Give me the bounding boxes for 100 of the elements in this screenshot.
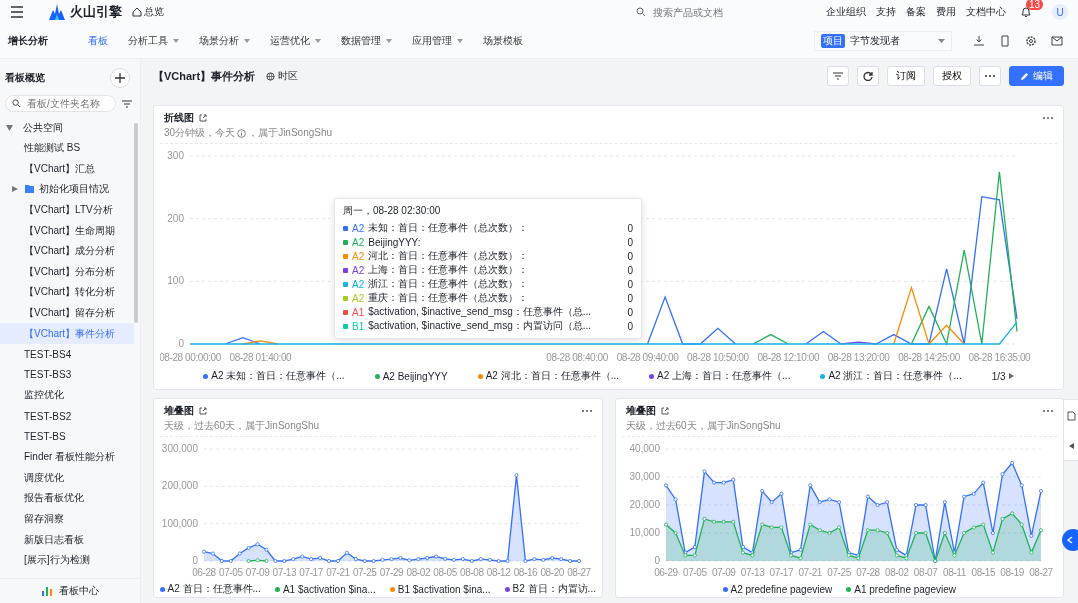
home-icon[interactable]: [132, 7, 142, 17]
filter-button[interactable]: [827, 66, 849, 86]
mail-icon[interactable]: [1051, 35, 1063, 47]
tree-item[interactable]: 性能测试 BS: [0, 138, 134, 159]
tree-item[interactable]: 【VChart】分布分析: [0, 261, 134, 283]
tree-item[interactable]: 留存洞察: [0, 508, 134, 530]
legend-label[interactable]: A2 上海：首日：任意事件（...: [657, 369, 791, 383]
legend-label[interactable]: B2 首日：内置访...: [512, 582, 596, 596]
bar-chart-icon[interactable]: [41, 586, 53, 596]
external-link-icon[interactable]: [199, 407, 207, 415]
toolbar-button[interactable]: 订阅: [887, 66, 925, 86]
legend-label[interactable]: A2 BeijingYYY: [382, 370, 448, 382]
legend-pager[interactable]: 1/3: [991, 370, 1014, 382]
axis-tick-label: 07-05: [682, 567, 707, 578]
scrollbar[interactable]: [134, 123, 138, 323]
home-link[interactable]: 总览: [132, 5, 164, 19]
search-icon[interactable]: [636, 7, 646, 17]
tree-item[interactable]: TEST-BS4: [0, 343, 134, 365]
plus-icon[interactable]: [115, 73, 125, 83]
nav-tab[interactable]: 分析工具: [128, 34, 179, 48]
filter-icon[interactable]: [122, 99, 132, 108]
nav-tab[interactable]: 应用管理: [412, 34, 463, 48]
tree-item[interactable]: 【VChart】生命周期: [0, 220, 134, 241]
tree-item[interactable]: 【VChart】汇总: [0, 158, 134, 180]
top-link[interactable]: 文档中心: [966, 5, 1006, 19]
info-icon[interactable]: [237, 128, 247, 138]
tree-item[interactable]: 初始化项目情况: [0, 179, 134, 200]
legend-label[interactable]: A2 首日：任意事件...: [167, 582, 261, 596]
external-link-icon[interactable]: [660, 407, 669, 415]
tree-item[interactable]: [展示]行为检测: [0, 549, 134, 571]
chevron-icon[interactable]: [1067, 536, 1073, 544]
timezone-label[interactable]: 时区: [266, 69, 299, 83]
nav-tab[interactable]: 看板: [88, 34, 108, 48]
tree-item[interactable]: 【VChart】转化分析: [0, 282, 134, 303]
toolbar-button[interactable]: 授权: [933, 66, 971, 86]
search-field[interactable]: 看板/文件夹名称: [25, 97, 111, 110]
caret-icon[interactable]: [12, 186, 18, 193]
search-box[interactable]: 看板/文件夹名称: [5, 95, 116, 112]
tree-item[interactable]: 【VChart】事件分析: [0, 323, 134, 344]
nav-tab[interactable]: 场景分析: [199, 34, 250, 48]
legend-label[interactable]: B1 $activation $ina...: [397, 583, 491, 595]
top-link[interactable]: 费用: [936, 5, 956, 19]
avatar[interactable]: U: [1052, 4, 1068, 20]
tooltip-series-code: B1: [352, 320, 365, 332]
top-link[interactable]: 备案: [906, 5, 926, 19]
legend-label[interactable]: A1 $activation $ina...: [282, 583, 376, 595]
tree-item[interactable]: 【VChart】成分分析: [0, 240, 134, 262]
axis-tick-label: 08-27: [1028, 567, 1053, 578]
tree-item[interactable]: TEST-BS: [0, 426, 134, 447]
legend-label[interactable]: A2 未知：首日：任意事件（...: [211, 369, 345, 383]
tree-item[interactable]: 报告看板优化: [0, 488, 134, 509]
axis-tick-label: 07-21: [797, 567, 822, 578]
settings-icon[interactable]: [1025, 35, 1037, 47]
legend-label[interactable]: A2 浙江：首日：任意事件（...: [828, 369, 962, 383]
external-link-icon[interactable]: [199, 114, 207, 122]
collapse-button[interactable]: [1062, 529, 1078, 551]
board-center-link[interactable]: 看板中心: [0, 578, 140, 603]
tree-group-label[interactable]: 公共空间: [23, 121, 63, 135]
menu-icon[interactable]: [10, 6, 24, 18]
pencil-icon[interactable]: [1020, 71, 1029, 81]
search-icon[interactable]: [12, 99, 21, 108]
play-icon[interactable]: [1008, 373, 1014, 379]
refresh-button[interactable]: [857, 66, 879, 86]
top-link[interactable]: 支持: [876, 5, 896, 19]
refresh-icon[interactable]: [863, 71, 873, 81]
nav-tab[interactable]: 场景模板: [483, 34, 523, 48]
filter-icon[interactable]: [833, 72, 843, 80]
tree-item[interactable]: 新版日志看板: [0, 529, 134, 550]
tree-item[interactable]: TEST-BS2: [0, 405, 134, 427]
tree-item[interactable]: 监控优化: [0, 385, 134, 406]
axis-tick-label: 07-25: [826, 567, 851, 578]
nav-tab[interactable]: 运营优化: [270, 34, 321, 48]
tree-item[interactable]: 调度优化: [0, 467, 134, 489]
tree-item[interactable]: 【VChart】LTV分析: [0, 199, 134, 221]
document-icon[interactable]: [999, 35, 1011, 47]
document-icon[interactable]: [1066, 411, 1076, 421]
axis-tick-label: 40,000: [628, 443, 660, 454]
search-field[interactable]: 搜索产品或文档: [651, 2, 806, 22]
axis-tick-label: 06-29: [653, 567, 678, 578]
tree-item[interactable]: Finder 看板性能分析: [0, 446, 134, 468]
nav-tab[interactable]: 数据管理: [341, 34, 392, 48]
caret-icon[interactable]: [1068, 443, 1074, 449]
top-link[interactable]: 企业组织: [826, 5, 866, 19]
edit-button[interactable]: 编辑: [1009, 66, 1064, 86]
legend-label[interactable]: A2 predefine pageview: [730, 583, 833, 595]
project-select[interactable]: 项目 字节发现者: [814, 31, 952, 51]
globe-icon[interactable]: [266, 71, 276, 81]
tree-item[interactable]: 【VChart】留存分析: [0, 302, 134, 324]
tree-item[interactable]: TEST-BS3: [0, 364, 134, 386]
axis-tick-label: 08-28 09:40:00: [616, 352, 679, 363]
download-icon[interactable]: [973, 35, 985, 47]
add-button[interactable]: [110, 68, 130, 88]
axis-tick-label: 07-09: [245, 567, 270, 578]
caret-icon[interactable]: [938, 39, 945, 43]
more-button[interactable]: [979, 66, 1001, 86]
logo-icon: [48, 4, 66, 20]
bell-icon[interactable]: [1020, 6, 1032, 18]
legend-label[interactable]: A2 河北：首日：任意事件（...: [485, 369, 620, 383]
caret-icon[interactable]: [6, 125, 13, 131]
legend-label[interactable]: A1 predefine pageview: [854, 583, 956, 595]
